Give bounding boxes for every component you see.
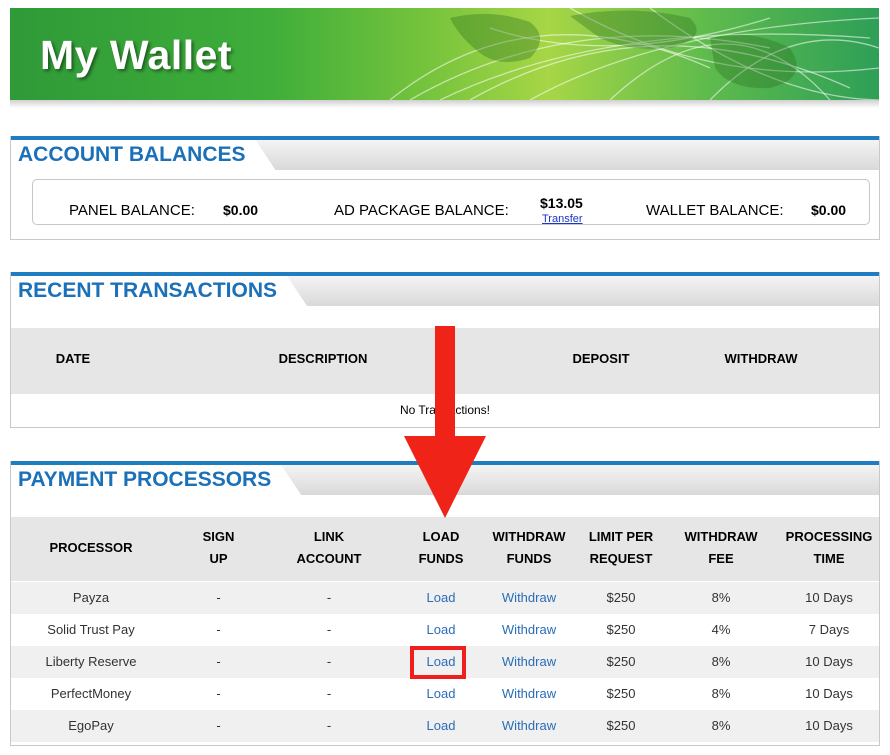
fee-cell: 8% xyxy=(711,654,731,669)
fee-cell: 8% xyxy=(711,686,731,701)
processor-name: Solid Trust Pay xyxy=(47,622,135,637)
withdraw-link[interactable]: Withdraw xyxy=(489,678,569,710)
fee-cell: 8% xyxy=(711,590,731,605)
withdraw-link[interactable]: Withdraw xyxy=(489,646,569,678)
limit-cell: $250 xyxy=(606,718,636,733)
panel-header: ACCOUNT BALANCES xyxy=(11,140,879,170)
sign-up-cell: - xyxy=(216,718,221,733)
column-header-description: DESCRIPTION xyxy=(278,351,368,366)
column-header-deposit: DEPOSIT xyxy=(572,351,630,366)
processing-time-cell: 7 Days xyxy=(808,622,850,637)
arrow-head-icon xyxy=(404,436,486,518)
column-header-load-funds: LOAD FUNDS xyxy=(418,529,464,566)
sign-up-cell: - xyxy=(216,622,221,637)
wallet-balance-value: $0.00 xyxy=(811,202,847,218)
wallet-balance-label: WALLET BALANCE: xyxy=(646,202,784,219)
transfer-link[interactable]: Transfer xyxy=(542,213,583,225)
column-header-processing-time: PROCESSING TIME xyxy=(785,529,873,566)
limit-cell: $250 xyxy=(606,622,636,637)
table-row: EgoPay - - Load Withdraw $250 8% 10 Days xyxy=(11,710,879,742)
panel-balance-label: PANEL BALANCE: xyxy=(69,202,195,219)
load-link[interactable]: Load xyxy=(406,710,476,742)
processing-time-cell: 10 Days xyxy=(805,686,853,701)
load-link[interactable]: Load xyxy=(406,678,476,710)
processing-time-cell: 10 Days xyxy=(805,654,853,669)
limit-cell: $250 xyxy=(606,686,636,701)
banner-shadow xyxy=(10,100,879,108)
page-title: My Wallet xyxy=(40,32,233,78)
fee-cell: 8% xyxy=(711,718,731,733)
processor-name: Liberty Reserve xyxy=(45,654,137,669)
panel-balance-value: $0.00 xyxy=(223,202,259,218)
link-account-cell: - xyxy=(326,590,332,605)
payment-processors-title: PAYMENT PROCESSORS xyxy=(11,465,301,495)
column-header-limit-per-request: LIMIT PER REQUEST xyxy=(588,529,654,566)
column-header-withdraw-fee: WITHDRAW FEE xyxy=(684,529,758,566)
link-account-cell: - xyxy=(326,654,332,669)
withdraw-link[interactable]: Withdraw xyxy=(489,614,569,646)
table-row: PerfectMoney - - Load Withdraw $250 8% 1… xyxy=(11,678,879,710)
processing-time-cell: 10 Days xyxy=(805,590,853,605)
account-balances-title: ACCOUNT BALANCES xyxy=(11,140,276,170)
column-header-link-account: LINK ACCOUNT xyxy=(296,529,362,566)
column-header-sign-up: SIGN UP xyxy=(202,529,235,566)
sign-up-cell: - xyxy=(216,590,221,605)
column-header-date: DATE xyxy=(55,351,91,366)
link-account-cell: - xyxy=(326,622,332,637)
recent-transactions-title: RECENT TRANSACTIONS xyxy=(11,276,307,306)
processor-name: Payza xyxy=(72,590,110,605)
limit-cell: $250 xyxy=(606,590,636,605)
column-header-withdraw: WITHDRAW xyxy=(724,351,798,366)
processors-header-row: PROCESSOR SIGN UP LINK ACCOUNT LOAD FUNDS W… xyxy=(11,517,879,581)
column-header-processor: PROCESSOR xyxy=(49,540,133,555)
panel-header: RECENT TRANSACTIONS xyxy=(11,276,879,306)
account-balances-panel: ACCOUNT BALANCES PANEL BALANCE: $0.00 AD… xyxy=(10,136,880,240)
wallet-banner: My Wallet xyxy=(10,8,879,100)
balances-box: PANEL BALANCE: $0.00 AD PACKAGE BALANCE:… xyxy=(32,179,870,225)
sign-up-cell: - xyxy=(216,654,221,669)
down-arrow-icon xyxy=(435,326,455,446)
ad-package-balance-value: $13.05 xyxy=(540,195,583,211)
withdraw-link[interactable]: Withdraw xyxy=(489,710,569,742)
processor-name: PerfectMoney xyxy=(50,686,132,701)
table-row: Payza - - Load Withdraw $250 8% 10 Days xyxy=(11,582,879,614)
load-link[interactable]: Load xyxy=(406,614,476,646)
link-account-cell: - xyxy=(326,718,332,733)
fee-cell: 4% xyxy=(711,622,731,637)
link-account-cell: - xyxy=(326,686,332,701)
column-header-withdraw-funds: WITHDRAW FUNDS xyxy=(492,529,566,566)
table-row: Solid Trust Pay - - Load Withdraw $250 4… xyxy=(11,614,879,646)
withdraw-link[interactable]: Withdraw xyxy=(489,582,569,614)
ad-package-balance-label: AD PACKAGE BALANCE: xyxy=(334,202,509,219)
processing-time-cell: 10 Days xyxy=(805,718,853,733)
processor-name: EgoPay xyxy=(68,718,114,733)
load-link[interactable]: Load xyxy=(406,582,476,614)
limit-cell: $250 xyxy=(606,654,636,669)
sign-up-cell: - xyxy=(216,686,221,701)
highlight-box xyxy=(410,646,466,679)
